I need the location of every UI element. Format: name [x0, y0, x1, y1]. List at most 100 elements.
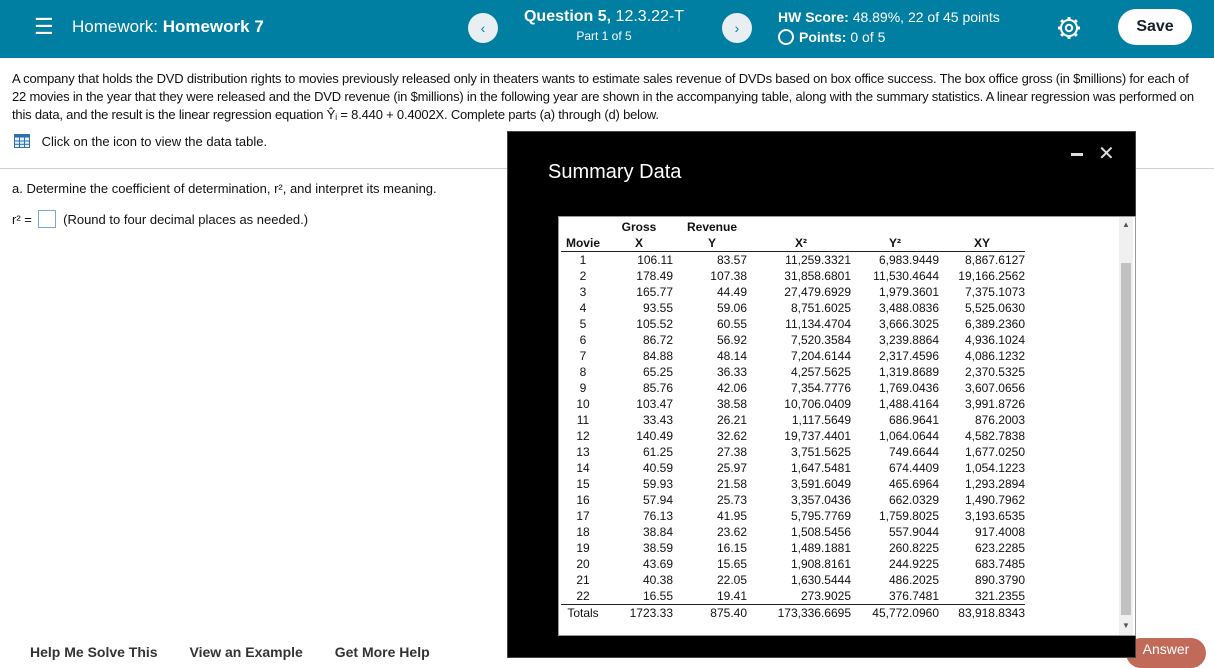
cell-revenue-y: 25.73	[716, 493, 747, 507]
cell-x2: 19,737.4401	[784, 429, 851, 443]
table-row: 19 38.59 16.15 1,489.1881 260.8225 623.2285	[561, 540, 1025, 556]
cell-y2: 1,319.8689	[878, 365, 939, 379]
get-more-help-button[interactable]: Get More Help	[335, 644, 430, 660]
cell-x2: 5,795.7769	[790, 509, 851, 523]
cell-gross-x: 140.49	[636, 429, 673, 443]
next-question-button[interactable]: ›	[722, 13, 752, 43]
table-icon[interactable]	[14, 134, 30, 148]
cell-x2: 11,134.4704	[785, 317, 851, 331]
save-button[interactable]: Save	[1118, 9, 1192, 45]
cell-revenue-y: 15.65	[716, 557, 747, 571]
cell-gross-x: 38.84	[642, 525, 673, 539]
cell-movie: 2	[579, 269, 587, 283]
cell-y2: 376.7481	[888, 589, 939, 603]
table-row: 21 40.38 22.05 1,630.5444 486.2025 890.3790	[561, 572, 1025, 588]
cell-movie: 16	[576, 493, 590, 507]
table-row: 6 86.72 56.92 7,520.3584 3,239.8864 4,936.102…	[561, 332, 1025, 348]
table-row: 1 106.11 83.57 11,259.3321 6,983.9449 8,867.6…	[561, 252, 1025, 269]
cell-revenue-y: 21.58	[716, 477, 747, 491]
table-scrollbar[interactable]: ▲ ▼	[1119, 217, 1133, 635]
cell-xy: 3,193.6535	[964, 509, 1025, 523]
cell-y2: 6,983.9449	[878, 253, 939, 267]
cell-xy: 1,054.1223	[964, 461, 1025, 475]
homework-name: Homework 7	[162, 17, 264, 36]
cell-xy: 3,607.0656	[964, 381, 1025, 395]
cell-revenue-y: 38.58	[716, 397, 747, 411]
minimize-icon[interactable]	[1070, 147, 1084, 161]
cell-x2: 1,647.5481	[790, 461, 851, 475]
cell-x2: 8,751.6025	[790, 301, 851, 315]
summary-data-dialog: Summary Data ✕ Gross Revenue Movie X Y X…	[507, 131, 1136, 658]
chevron-left-icon: ‹	[480, 20, 486, 36]
close-icon[interactable]: ✕	[1098, 144, 1115, 164]
r2-input[interactable]	[37, 210, 56, 228]
cell-movie: 17	[576, 509, 590, 523]
round-note: (Round to four decimal places as needed.…	[63, 212, 309, 227]
total-xy: 83,918.8343	[939, 604, 1025, 621]
cell-movie: 22	[576, 589, 590, 603]
table-row: 10 103.47 38.58 10,706.0409 1,488.4164 3,991.…	[561, 396, 1025, 412]
cell-xy: 4,582.7838	[964, 429, 1025, 443]
data-table-link[interactable]: Click on the icon to view the data table…	[14, 133, 267, 151]
help-links: Help Me Solve This View an Example Get M…	[30, 644, 458, 660]
cell-movie: 18	[576, 525, 590, 539]
col-y2: Y²	[851, 235, 939, 252]
cell-x2: 1,489.1881	[790, 541, 851, 555]
cell-x2: 7,520.3584	[790, 333, 851, 347]
question-label: Question 5,	[523, 8, 612, 25]
previous-question-button[interactable]: ‹	[468, 13, 498, 43]
cell-revenue-y: 16.15	[716, 541, 747, 555]
cell-gross-x: 40.38	[642, 573, 673, 587]
cell-revenue-y: 25.97	[716, 461, 747, 475]
cell-y2: 244.9225	[888, 557, 939, 571]
view-example-button[interactable]: View an Example	[189, 644, 302, 660]
cell-movie: 15	[576, 477, 590, 491]
cell-gross-x: 86.72	[642, 333, 673, 347]
table-row: 22 16.55 19.41 273.9025 376.7481 321.2355	[561, 588, 1025, 605]
cell-y2: 11,530.4644	[873, 269, 939, 283]
cell-y2: 260.8225	[888, 541, 939, 555]
cell-movie: 12	[576, 429, 590, 443]
cell-xy: 6,389.2360	[964, 317, 1025, 331]
cell-xy: 7,375.1073	[964, 285, 1025, 299]
cell-x2: 7,354.7776	[790, 381, 851, 395]
table-header-row-1: Gross Revenue	[561, 219, 1025, 235]
cell-y2: 1,769.0436	[878, 381, 939, 395]
cell-revenue-y: 41.95	[716, 509, 747, 523]
scroll-down-icon[interactable]: ▼	[1122, 621, 1130, 630]
table-row: 17 76.13 41.95 5,795.7769 1,759.8025 3,193.65…	[561, 508, 1025, 524]
cell-movie: 19	[576, 541, 590, 555]
problem-statement: A company that holds the DVD distributio…	[12, 70, 1206, 124]
table-body: 1 106.11 83.57 11,259.3321 6,983.9449 8,867.6…	[561, 252, 1025, 605]
cell-xy: 876.2003	[974, 413, 1025, 427]
cell-x2: 3,591.6049	[790, 477, 851, 491]
cell-movie: 8	[579, 365, 587, 379]
cell-gross-x: 84.88	[642, 349, 673, 363]
col-x2: X²	[751, 235, 851, 252]
cell-revenue-y: 83.57	[716, 253, 747, 267]
cell-xy: 683.7485	[974, 557, 1025, 571]
table-row: 9 85.76 42.06 7,354.7776 1,769.0436 3,607.065…	[561, 380, 1025, 396]
table-row: 7 84.88 48.14 7,204.6144 2,317.4596 4,086.123…	[561, 348, 1025, 364]
question-title: Question 5, 12.3.22-T	[506, 7, 702, 27]
cell-x2: 4,257.5625	[790, 365, 851, 379]
check-answer-button[interactable]: Answer	[1126, 638, 1206, 668]
cell-gross-x: 85.76	[642, 381, 673, 395]
cell-gross-x: 38.59	[642, 541, 673, 555]
scrollbar-thumb[interactable]	[1121, 263, 1131, 615]
scroll-up-icon[interactable]: ▲	[1122, 220, 1130, 229]
gear-icon[interactable]	[1055, 14, 1083, 42]
table-row: 2 178.49 107.38 31,858.6801 11,530.4644 19,16…	[561, 268, 1025, 284]
cell-gross-x: 43.69	[642, 557, 673, 571]
hw-score-value: 48.89%, 22 of 45 points	[852, 9, 1000, 25]
cell-xy: 917.4008	[974, 525, 1025, 539]
question-part: Part 1 of 5	[576, 29, 632, 43]
cell-xy: 2,370.5325	[964, 365, 1025, 379]
help-me-solve-button[interactable]: Help Me Solve This	[30, 644, 158, 660]
question-points: Points: 0 of 5	[778, 28, 885, 46]
cell-xy: 8,867.6127	[964, 253, 1025, 267]
cell-y2: 662.0329	[888, 493, 939, 507]
cell-gross-x: 165.77	[636, 285, 673, 299]
cell-y2: 1,064.0644	[878, 429, 939, 443]
hamburger-icon[interactable]: ☰	[34, 14, 54, 40]
